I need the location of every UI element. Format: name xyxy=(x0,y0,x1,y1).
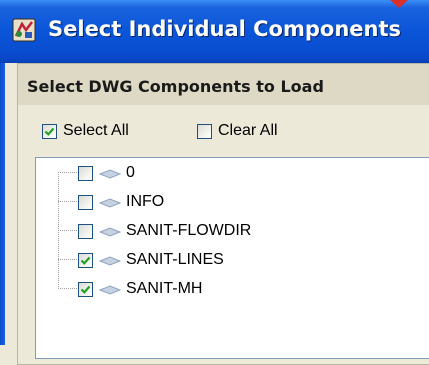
clear-all-label[interactable]: Clear All xyxy=(218,122,278,140)
layer-icon xyxy=(99,285,121,295)
tree-item-label: SANIT-FLOWDIR xyxy=(126,222,252,239)
tree-item-label: 0 xyxy=(126,164,135,181)
cad-app-icon[interactable] xyxy=(12,18,36,42)
window-title: Select Individual Components xyxy=(48,17,402,41)
window-corner-accent xyxy=(390,0,408,8)
select-all-label[interactable]: Select All xyxy=(63,122,129,140)
checkmark-icon xyxy=(44,127,55,136)
select-all-checkbox[interactable] xyxy=(42,124,57,139)
tree-item-label: INFO xyxy=(126,193,165,210)
tree-item-label: SANIT-MH xyxy=(126,280,203,297)
layer-icon xyxy=(99,256,121,266)
layer-icon xyxy=(99,227,121,237)
layer-icon xyxy=(99,198,121,208)
tree-item[interactable]: INFO xyxy=(36,191,416,211)
tree-item-checkbox[interactable] xyxy=(78,253,93,268)
tree-item-checkbox[interactable] xyxy=(78,282,93,297)
checkmark-icon xyxy=(80,256,91,265)
tree-item[interactable]: SANIT-LINES xyxy=(36,249,416,269)
group-header: Select DWG Components to Load xyxy=(18,64,429,105)
tree-item[interactable]: 0 xyxy=(36,162,416,182)
group-title: Select DWG Components to Load xyxy=(27,77,324,96)
tree-item-checkbox[interactable] xyxy=(78,166,93,181)
title-bar[interactable]: Select Individual Components xyxy=(0,0,429,63)
clear-all-checkbox[interactable] xyxy=(197,124,212,139)
tree-item-checkbox[interactable] xyxy=(78,195,93,210)
layer-tree[interactable]: 0 INFO SANIT-FLOWDIR SANIT-LINES SANIT-M… xyxy=(35,157,429,359)
checkmark-icon xyxy=(80,285,91,294)
tree-item[interactable]: SANIT-MH xyxy=(36,278,416,298)
tree-item-label: SANIT-LINES xyxy=(126,251,224,268)
dialog-content: Select DWG Components to Load Select All… xyxy=(5,63,429,365)
tree-item[interactable]: SANIT-FLOWDIR xyxy=(36,220,416,240)
layer-icon xyxy=(99,169,121,179)
tree-item-checkbox[interactable] xyxy=(78,224,93,239)
